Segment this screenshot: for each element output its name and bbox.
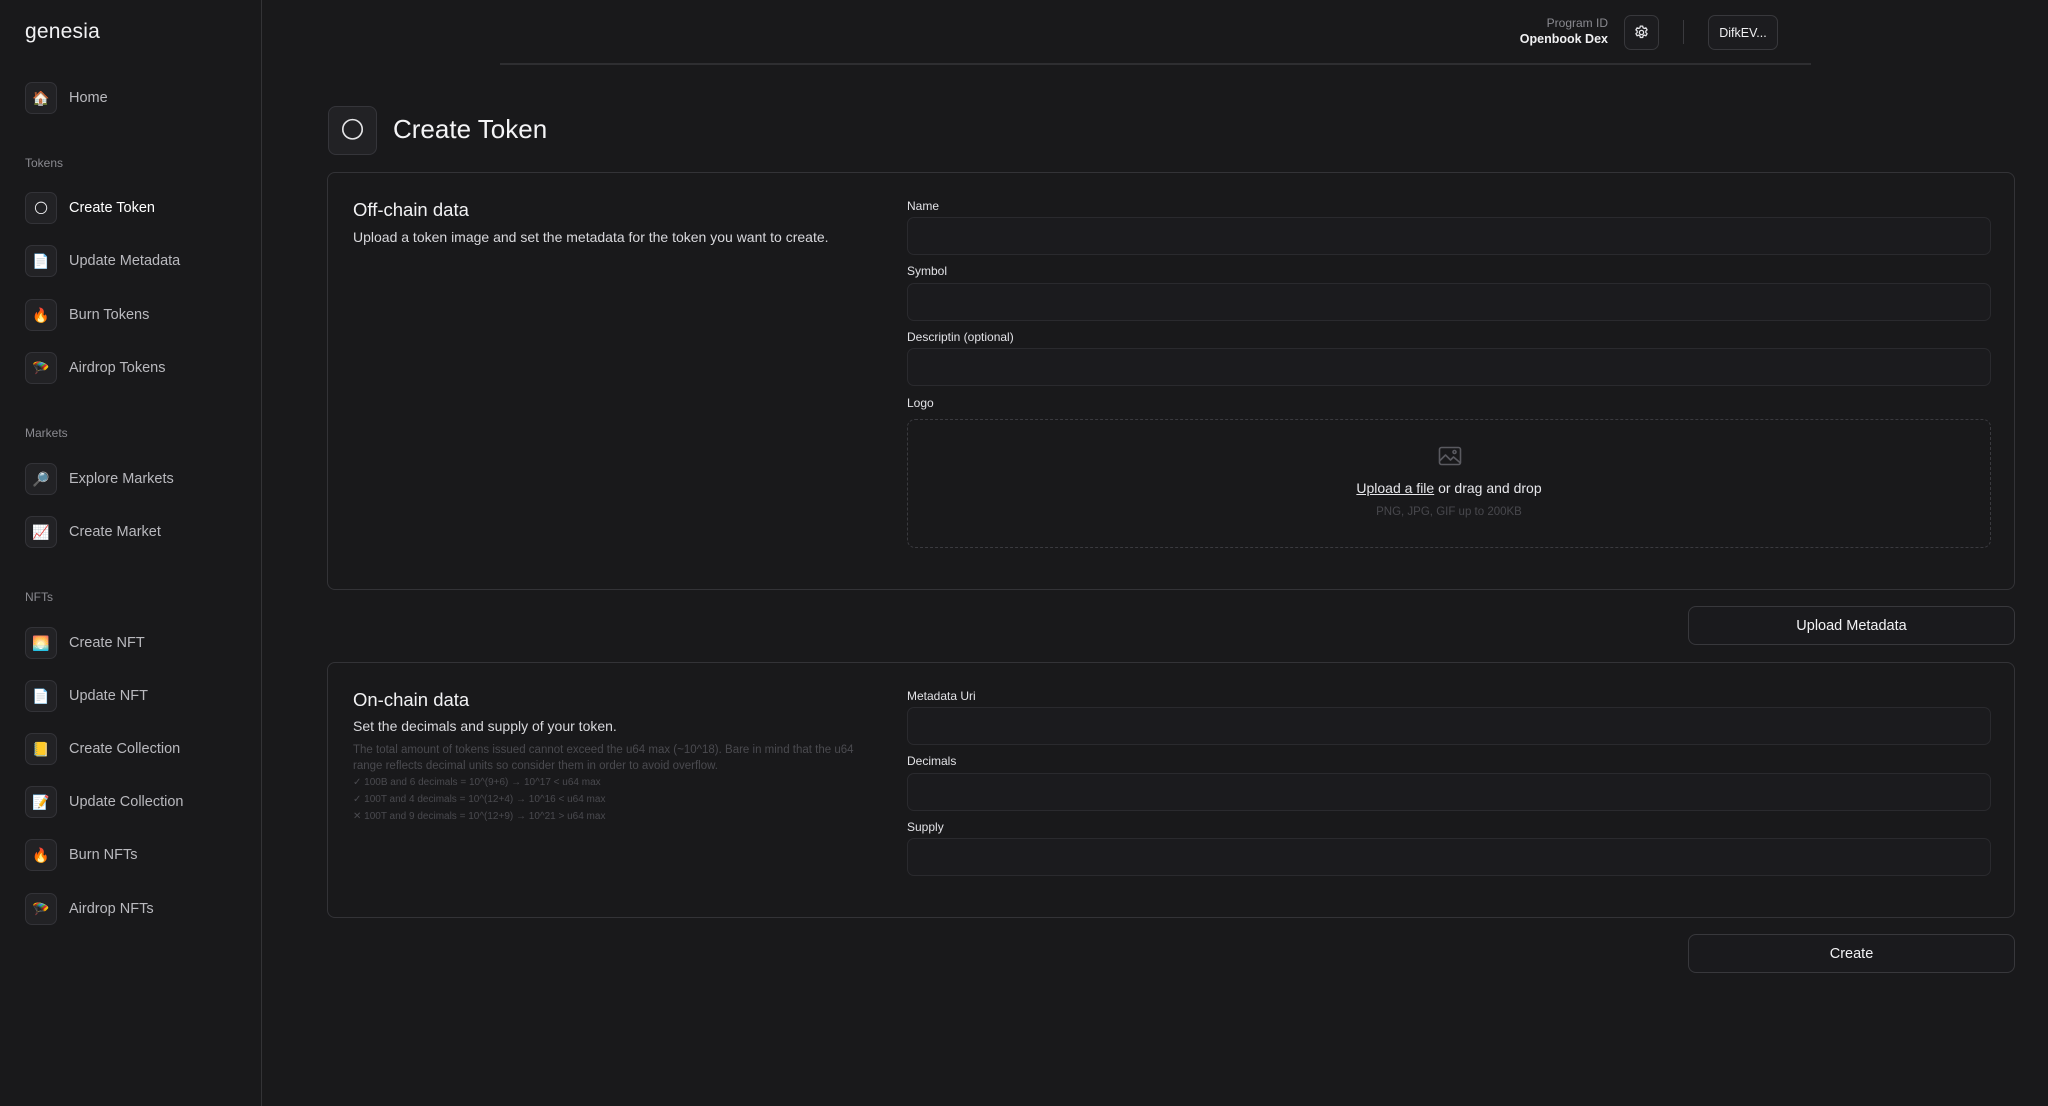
upload-file-link[interactable]: Upload a file (1356, 480, 1434, 496)
create-button[interactable]: Create (1688, 934, 2015, 973)
parachute-icon: 🪂 (25, 893, 57, 925)
example-valid-1: ✓ 100B and 6 decimals = 10^(9+6) → 10^17… (353, 777, 601, 788)
logo-label: Logo (907, 396, 934, 410)
sidebar-item-burn-nfts[interactable]: 🔥 Burn NFTs (25, 839, 138, 871)
page-title-icon: 🌕 (328, 106, 377, 155)
example-invalid: ✕ 100T and 9 decimals = 10^(12+9) → 10^2… (353, 811, 606, 822)
program-id-value: Openbook Dex (1519, 32, 1608, 46)
description-label: Descriptin (optional) (907, 330, 1014, 344)
sidebar-item-home[interactable]: 🏠 Home (25, 82, 108, 114)
fire-icon: 🔥 (25, 839, 57, 871)
sidebar-item-create-token[interactable]: 🌕 Create Token (25, 192, 155, 224)
sidebar-item-burn-tokens[interactable]: 🔥 Burn Tokens (25, 299, 149, 331)
program-id-label: Program ID (1546, 16, 1608, 30)
offchain-card: Off-chain data Upload a token image and … (327, 172, 2015, 590)
sidebar-item-create-collection[interactable]: 📒 Create Collection (25, 733, 180, 765)
sidebar-item-update-nft[interactable]: 📄 Update NFT (25, 680, 148, 712)
sidebar-item-airdrop-tokens[interactable]: 🪂 Airdrop Tokens (25, 352, 165, 384)
example-valid-2: ✓ 100T and 4 decimals = 10^(12+4) → 10^1… (353, 794, 606, 805)
section-label-markets: Markets (25, 426, 68, 440)
sidebar-item-update-collection[interactable]: 📝 Update Collection (25, 786, 183, 818)
metadata-uri-label: Metadata Uri (907, 689, 976, 703)
sidebar-item-airdrop-nfts[interactable]: 🪂 Airdrop NFTs (25, 893, 154, 925)
sidebar-item-update-metadata[interactable]: 📄 Update Metadata (25, 245, 180, 277)
document-icon: 📄 (25, 680, 57, 712)
program-id: Program ID Openbook Dex (1520, 16, 1608, 47)
symbol-label: Symbol (907, 264, 948, 278)
notebook-icon: 📒 (25, 733, 57, 765)
sidebar-item-label: Update NFT (69, 688, 148, 704)
drag-drop-text: or drag and drop (1434, 480, 1542, 496)
fire-icon: 🔥 (25, 299, 57, 331)
sidebar: genesia 🏠 Home Tokens 🌕 Create Token 📄 U… (0, 0, 262, 1106)
onchain-card: On-chain data Set the decimals and suppl… (327, 662, 2015, 918)
sidebar-item-label: Create NFT (69, 635, 145, 651)
decimals-input[interactable] (907, 773, 1991, 811)
picture-icon: 🌅 (25, 627, 57, 659)
sidebar-item-label: Create Market (69, 524, 161, 540)
metadata-uri-input[interactable] (907, 707, 1991, 745)
description-input[interactable] (907, 348, 1991, 386)
header-divider (1683, 20, 1684, 44)
gear-icon (1635, 25, 1648, 39)
name-label: Name (907, 199, 940, 213)
header-divider-line (500, 63, 1811, 65)
dropzone-text: Upload a file or drag and drop (908, 480, 1990, 496)
sidebar-item-label: Create Collection (69, 741, 181, 757)
overflow-warning: The total amount of tokens issued cannot… (353, 744, 854, 772)
sidebar-item-create-market[interactable]: 📈 Create Market (25, 516, 161, 548)
sidebar-item-label: Airdrop NFTs (69, 901, 154, 917)
dropzone-hint: PNG, JPG, GIF up to 200KB (1376, 506, 1522, 518)
offchain-heading: Off-chain data (353, 199, 469, 220)
upload-metadata-button[interactable]: Upload Metadata (1688, 606, 2015, 645)
section-label-tokens: Tokens (25, 156, 64, 170)
sidebar-item-create-nft[interactable]: 🌅 Create NFT (25, 627, 145, 659)
parachute-icon: 🪂 (25, 352, 57, 384)
section-label-nfts: NFTs (25, 590, 53, 604)
magnifier-icon: 🔎 (25, 463, 57, 495)
sidebar-item-label: Airdrop Tokens (69, 360, 166, 376)
home-icon: 🏠 (25, 82, 57, 114)
sidebar-item-label: Explore Markets (69, 471, 174, 487)
sidebar-item-label: Update Metadata (69, 253, 181, 269)
name-input[interactable] (907, 217, 1991, 255)
sidebar-item-label: Home (69, 90, 108, 106)
moon-icon: 🌕 (339, 117, 366, 144)
offchain-subtitle: Upload a token image and set the metadat… (353, 229, 829, 245)
image-icon (1438, 446, 1462, 466)
symbol-input[interactable] (907, 283, 1991, 321)
sidebar-item-explore-markets[interactable]: 🔎 Explore Markets (25, 463, 174, 495)
sidebar-item-label: Create Token (69, 200, 155, 216)
onchain-heading: On-chain data (353, 689, 470, 710)
page-title: Create Token (393, 114, 548, 144)
sidebar-item-label: Burn Tokens (69, 307, 150, 323)
wallet-button[interactable]: DifkEV... (1708, 15, 1778, 50)
memo-icon: 📝 (25, 786, 57, 818)
settings-button[interactable] (1624, 15, 1659, 50)
onchain-note: The total amount of tokens issued cannot… (353, 742, 873, 825)
moon-icon: 🌕 (25, 192, 57, 224)
decimals-label: Decimals (907, 754, 957, 768)
logo-dropzone[interactable]: Upload a file or drag and drop PNG, JPG,… (907, 419, 1991, 548)
sidebar-item-label: Update Collection (69, 794, 184, 810)
onchain-subtitle: Set the decimals and supply of your toke… (353, 718, 617, 734)
supply-label: Supply (907, 820, 944, 834)
sidebar-item-label: Burn NFTs (69, 847, 138, 863)
document-icon: 📄 (25, 245, 57, 277)
brand-logo[interactable]: genesia (25, 20, 100, 44)
supply-input[interactable] (907, 838, 1991, 876)
chart-up-icon: 📈 (25, 516, 57, 548)
